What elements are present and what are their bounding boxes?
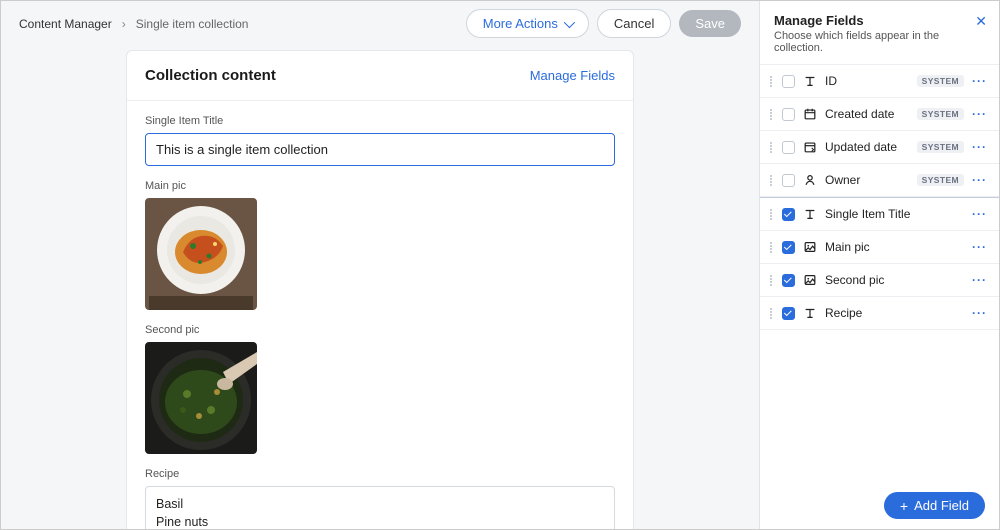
fields-list: IDSYSTEM···Created dateSYSTEM···Updated … (760, 64, 999, 482)
field-name: Created date (825, 107, 909, 121)
text-icon (803, 74, 817, 88)
system-badge: SYSTEM (917, 174, 964, 186)
card-title: Collection content (145, 67, 276, 84)
field-more-icon[interactable]: ··· (972, 306, 987, 320)
main-pic-thumb[interactable] (145, 198, 257, 310)
recipe-textarea[interactable]: Basil Pine nuts Olive oil Parmesan Garli… (145, 486, 615, 529)
image-icon (803, 273, 817, 287)
field-name: Updated date (825, 140, 909, 154)
main-pane: Content Manager › Single item collection… (1, 1, 759, 529)
date-icon (803, 107, 817, 121)
panel-header: Manage Fields Choose which fields appear… (760, 1, 999, 64)
breadcrumb: Content Manager › Single item collection (19, 17, 248, 31)
second-pic-image (145, 342, 257, 454)
field-row: Created date SYSTEM ··· (760, 98, 999, 131)
field-name: Single Item Title (825, 207, 964, 221)
field-checkbox[interactable] (782, 174, 795, 187)
card-header: Collection content Manage Fields (127, 51, 633, 101)
field-label-recipe: Recipe (145, 468, 615, 480)
field-more-icon[interactable]: ··· (972, 273, 987, 287)
field-more-icon[interactable]: ··· (972, 74, 987, 88)
drag-handle-icon[interactable] (768, 308, 774, 319)
field-more-icon[interactable]: ··· (972, 240, 987, 254)
field-label-title: Single Item Title (145, 115, 615, 127)
field-name: Main pic (825, 240, 964, 254)
field-checkbox[interactable] (782, 141, 795, 154)
more-actions-label: More Actions (483, 16, 558, 31)
field-row: Main pic ··· (760, 231, 999, 264)
breadcrumb-root[interactable]: Content Manager (19, 17, 112, 31)
card-body: Single Item Title Main pic (127, 101, 633, 529)
add-field-button[interactable]: + Add Field (884, 492, 985, 519)
manage-fields-panel: Manage Fields Choose which fields appear… (759, 1, 999, 529)
main-pic-image (145, 198, 257, 310)
field-row: Second pic ··· (760, 264, 999, 297)
field-checkbox[interactable] (782, 307, 795, 320)
field-more-icon[interactable]: ··· (972, 173, 987, 187)
panel-subtitle: Choose which fields appear in the collec… (774, 30, 985, 54)
field-row: Updated date SYSTEM ··· (760, 131, 999, 164)
field-name: Recipe (825, 306, 964, 320)
field-more-icon[interactable]: ··· (972, 107, 987, 121)
drag-handle-icon[interactable] (768, 175, 774, 186)
more-actions-button[interactable]: More Actions (466, 9, 589, 38)
field-row: Owner SYSTEM ··· (760, 164, 999, 197)
chevron-right-icon: › (122, 17, 126, 31)
system-badge: SYSTEM (917, 75, 964, 87)
manage-fields-link[interactable]: Manage Fields (530, 68, 615, 83)
plus-icon: + (900, 499, 908, 513)
content-scroll[interactable]: Collection content Manage Fields Single … (1, 46, 759, 529)
system-badge: SYSTEM (917, 141, 964, 153)
text-icon (803, 306, 817, 320)
field-row: Single Item Title ··· (760, 197, 999, 231)
panel-title: Manage Fields (774, 13, 985, 28)
text-icon (803, 207, 817, 221)
chevron-down-icon (564, 16, 575, 27)
close-icon[interactable]: ✕ (975, 13, 987, 30)
drag-handle-icon[interactable] (768, 76, 774, 87)
field-name: Second pic (825, 273, 964, 287)
drag-handle-icon[interactable] (768, 242, 774, 253)
topbar: Content Manager › Single item collection… (1, 1, 759, 46)
drag-handle-icon[interactable] (768, 275, 774, 286)
image-icon (803, 240, 817, 254)
field-checkbox[interactable] (782, 208, 795, 221)
single-item-title-input[interactable] (145, 133, 615, 166)
second-pic-thumb[interactable] (145, 342, 257, 454)
panel-footer: + Add Field (760, 482, 999, 529)
person-icon (803, 173, 817, 187)
field-name: Owner (825, 173, 909, 187)
drag-handle-icon[interactable] (768, 142, 774, 153)
cancel-button[interactable]: Cancel (597, 9, 671, 38)
field-label-second-pic: Second pic (145, 324, 615, 336)
field-checkbox[interactable] (782, 274, 795, 287)
field-name: ID (825, 74, 909, 88)
drag-handle-icon[interactable] (768, 209, 774, 220)
field-row: ID SYSTEM ··· (760, 65, 999, 98)
drag-handle-icon[interactable] (768, 109, 774, 120)
field-row: Recipe ··· (760, 297, 999, 330)
collection-card: Collection content Manage Fields Single … (126, 50, 634, 529)
field-more-icon[interactable]: ··· (972, 207, 987, 221)
breadcrumb-leaf: Single item collection (136, 17, 249, 31)
field-checkbox[interactable] (782, 241, 795, 254)
update-icon (803, 140, 817, 154)
field-checkbox[interactable] (782, 75, 795, 88)
field-more-icon[interactable]: ··· (972, 140, 987, 154)
field-label-main-pic: Main pic (145, 180, 615, 192)
save-button[interactable]: Save (679, 10, 741, 37)
system-badge: SYSTEM (917, 108, 964, 120)
field-checkbox[interactable] (782, 108, 795, 121)
